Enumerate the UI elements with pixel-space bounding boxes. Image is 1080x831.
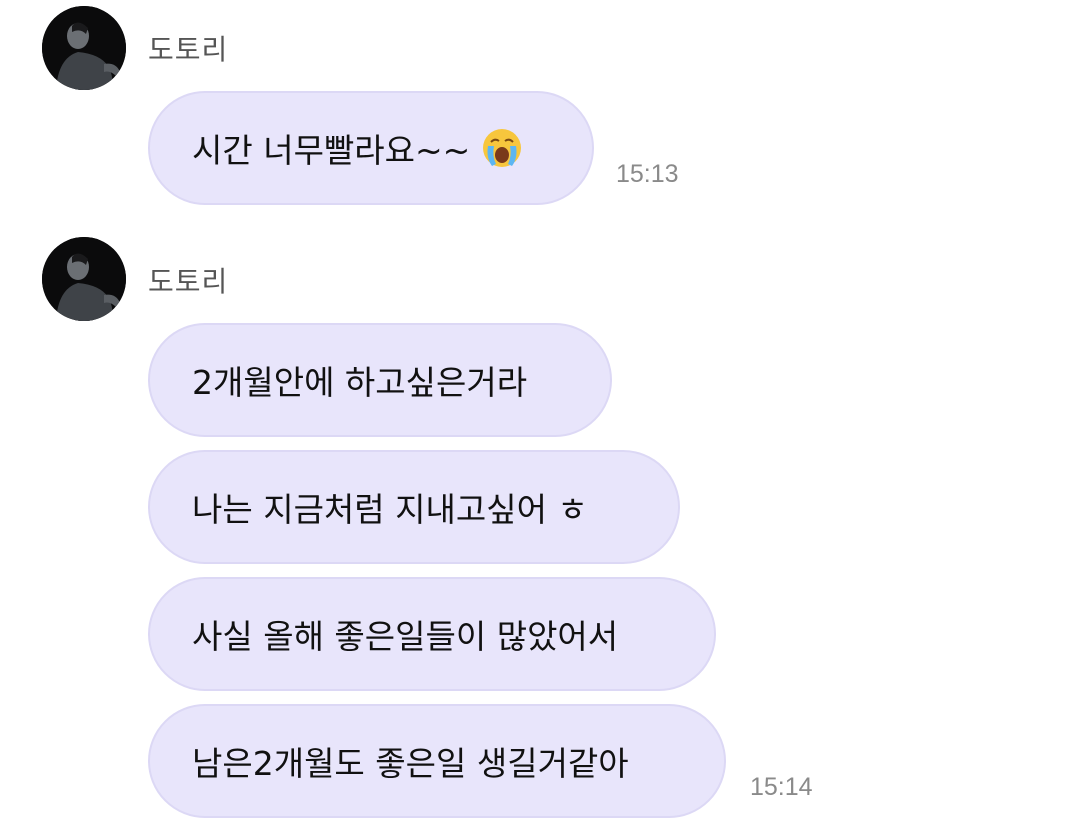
message-text: 나는 지금처럼 지내고싶어 ㅎ (192, 490, 588, 529)
message-bubble[interactable]: 2개월안에 하고싶은거라 (148, 323, 612, 437)
loudly-crying-face-icon (483, 129, 522, 167)
message-bubble[interactable]: 시간 너무빨라요~~ (148, 91, 594, 205)
chat-message-list: 도토리 시간 너무빨라요~~ 15:13 도토리 2개월안에 하고싶은거라 나는… (0, 0, 1080, 831)
sender-name: 도토리 (148, 33, 229, 66)
message-timestamp: 15:13 (616, 160, 679, 188)
message-bubble[interactable]: 사실 올해 좋은일들이 많았어서 (148, 577, 716, 691)
message-timestamp: 15:14 (750, 773, 813, 801)
message-bubble[interactable]: 남은2개월도 좋은일 생길거같아 (148, 704, 726, 818)
message-bubble[interactable]: 나는 지금처럼 지내고싶어 ㅎ (148, 450, 680, 564)
message-text: 2개월안에 하고싶은거라 (192, 363, 528, 402)
sender-avatar[interactable] (42, 237, 126, 321)
profile-photo-icon (42, 237, 126, 321)
sender-name: 도토리 (148, 265, 229, 298)
sender-avatar[interactable] (42, 6, 126, 90)
message-text: 사실 올해 좋은일들이 많았어서 (192, 617, 619, 656)
message-text: 시간 너무빨라요~~ (192, 131, 471, 170)
profile-photo-icon (42, 6, 126, 90)
message-text: 남은2개월도 좋은일 생길거같아 (192, 744, 629, 783)
